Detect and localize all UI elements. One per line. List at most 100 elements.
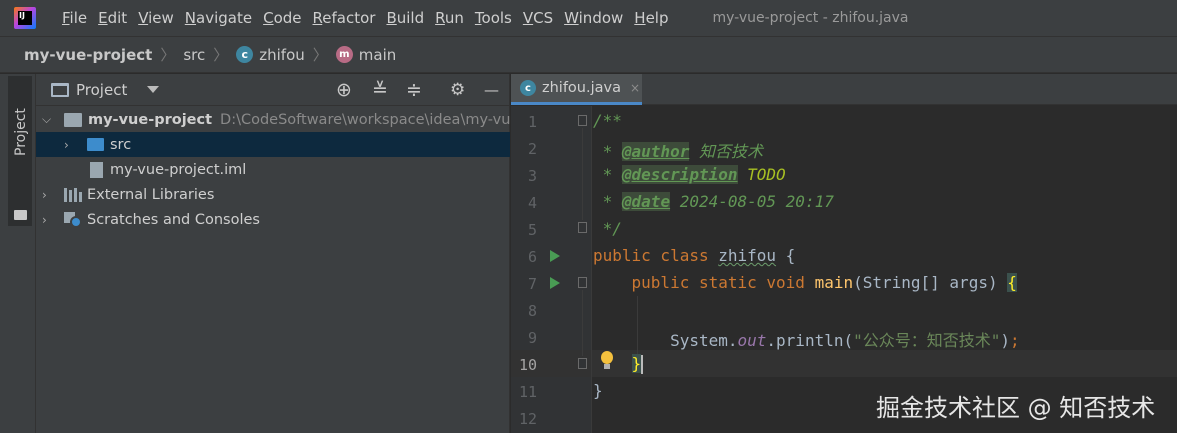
project-tree: ⌵ my-vue-project D:\CodeSoftware\workspac…: [36, 107, 510, 232]
menu-view[interactable]: View: [138, 9, 174, 27]
run-class-icon[interactable]: [550, 250, 560, 262]
project-panel: Project ⊕ ≚ ≑ ⚙ — ⌵ my-vue-project D:\Cod…: [36, 74, 510, 433]
project-panel-title[interactable]: Project: [76, 81, 127, 99]
libraries-icon: [64, 187, 82, 202]
menu-vcs[interactable]: VCS: [523, 9, 553, 27]
line-number: 4: [527, 194, 537, 212]
tree-item-label: Scratches and Consoles: [87, 211, 260, 228]
breadcrumb-src[interactable]: src: [183, 46, 205, 64]
chevron-down-icon[interactable]: ⌵: [42, 112, 51, 127]
keyword-token: public static void: [631, 273, 815, 292]
fold-toggle-icon[interactable]: [578, 222, 587, 233]
menu-window-label: indow: [578, 9, 624, 27]
tab-zhifou-java[interactable]: c zhifou.java ×: [511, 74, 642, 105]
menu-view-mnemonic: V: [138, 9, 149, 27]
menu-window-mnemonic: W: [564, 9, 579, 27]
tab-label: zhifou.java: [542, 80, 621, 96]
line-number-current: 10: [518, 356, 537, 374]
breadcrumb-class[interactable]: c zhifou: [236, 46, 305, 64]
menu-tools[interactable]: Tools: [475, 9, 512, 27]
tree-item-label: External Libraries: [87, 186, 215, 203]
line-number: 9: [527, 329, 537, 347]
chevron-right-icon[interactable]: ›: [42, 213, 47, 227]
menu-navigate[interactable]: Navigate: [185, 9, 252, 27]
menu-refactor-label: efactor: [322, 9, 376, 27]
breadcrumb-separator: 〉: [312, 46, 328, 64]
intellij-logo-icon[interactable]: IJ: [14, 7, 36, 29]
method-name-token: main: [814, 273, 854, 292]
project-root-name: my-vue-project: [88, 111, 213, 128]
gear-icon[interactable]: ⚙: [450, 81, 465, 99]
matched-brace: }: [631, 354, 642, 373]
fold-toggle-icon[interactable]: [578, 115, 587, 126]
tree-item-external-libraries[interactable]: › External Libraries: [36, 182, 510, 207]
menu-build[interactable]: Build: [386, 9, 424, 27]
menu-run-mnemonic: R: [435, 9, 445, 27]
menu-file-mnemonic: F: [62, 9, 70, 27]
source-folder-icon: [87, 138, 104, 151]
menu-code[interactable]: Code: [263, 9, 301, 27]
menu-refactor[interactable]: Refactor: [313, 9, 376, 27]
fold-toggle-icon[interactable]: [578, 277, 587, 288]
text-caret: [641, 355, 644, 374]
todo-token: TODO: [737, 165, 786, 184]
tree-item-project-root[interactable]: ⌵ my-vue-project D:\CodeSoftware\workspac…: [36, 107, 510, 132]
menu-help[interactable]: Help: [634, 9, 668, 27]
keyword-token: public class: [593, 246, 719, 265]
scratches-icon: [64, 212, 82, 228]
logo-text: IJ: [18, 11, 32, 25]
expand-all-icon[interactable]: ≚: [372, 81, 388, 100]
menu-bar: IJ File Edit View Navigate Code Refactor…: [0, 0, 1177, 36]
fold-toggle-icon[interactable]: [578, 358, 587, 369]
folder-icon: [14, 210, 27, 220]
chevron-down-icon[interactable]: [147, 86, 160, 93]
menu-run[interactable]: Run: [435, 9, 464, 27]
class-name-token: zhifou: [718, 246, 777, 265]
line-number: 1: [527, 113, 537, 131]
breadcrumb-project[interactable]: my-vue-project: [24, 46, 152, 64]
line-number: 6: [527, 248, 537, 266]
line-number: 2: [527, 140, 537, 158]
menu-tools-label: ools: [481, 9, 512, 27]
code-line-4: * @date 2024-08-05 20:17: [593, 192, 834, 211]
code-line-11: }: [593, 381, 603, 400]
menu-window[interactable]: Window: [564, 9, 623, 27]
run-main-icon[interactable]: [550, 277, 560, 289]
code-line-9: System.out.println("公众号：知否技术");: [593, 327, 1020, 351]
tree-item-iml[interactable]: my-vue-project.iml: [36, 157, 510, 182]
tree-item-scratches[interactable]: › Scratches and Consoles: [36, 207, 510, 232]
code-token: /**: [593, 111, 622, 130]
code-line-3: * @description TODO: [593, 165, 786, 184]
tree-item-src[interactable]: › src: [36, 132, 510, 157]
code-token: .println(: [766, 331, 854, 350]
field-token: out: [737, 331, 767, 350]
menu-code-label: ode: [273, 9, 302, 27]
tree-item-label: my-vue-project.iml: [110, 161, 247, 178]
crosshair-icon[interactable]: ⊕: [336, 81, 352, 100]
minimize-icon[interactable]: —: [484, 81, 499, 99]
breadcrumb-method[interactable]: m main: [335, 45, 397, 64]
fold-guide: [582, 128, 583, 220]
menu-edit[interactable]: Edit: [98, 9, 127, 27]
chevron-right-icon[interactable]: ›: [42, 188, 47, 202]
menu-file[interactable]: File: [62, 9, 87, 27]
chevron-right-icon[interactable]: ›: [64, 138, 69, 152]
code-token: (String[] args): [853, 273, 1008, 292]
line-number: 7: [527, 275, 537, 293]
menu-vcs-mnemonic: V: [522, 9, 534, 27]
project-tool-tab-label: Project: [13, 108, 29, 156]
menu-vcs-label: CS: [533, 9, 554, 27]
collapse-all-icon[interactable]: ≑: [406, 81, 422, 100]
close-icon[interactable]: ×: [630, 81, 640, 95]
breadcrumb-method-label: main: [358, 45, 397, 64]
menu-edit-label: dit: [107, 9, 128, 27]
breadcrumb-separator: 〉: [160, 46, 176, 64]
javadoc-tag: @description: [621, 165, 738, 184]
menu-build-label: uild: [396, 9, 425, 27]
menu-code-mnemonic: C: [263, 9, 274, 27]
code-token: }: [593, 381, 603, 400]
gutter-separator: [591, 106, 592, 433]
menu-edit-mnemonic: E: [98, 9, 108, 27]
